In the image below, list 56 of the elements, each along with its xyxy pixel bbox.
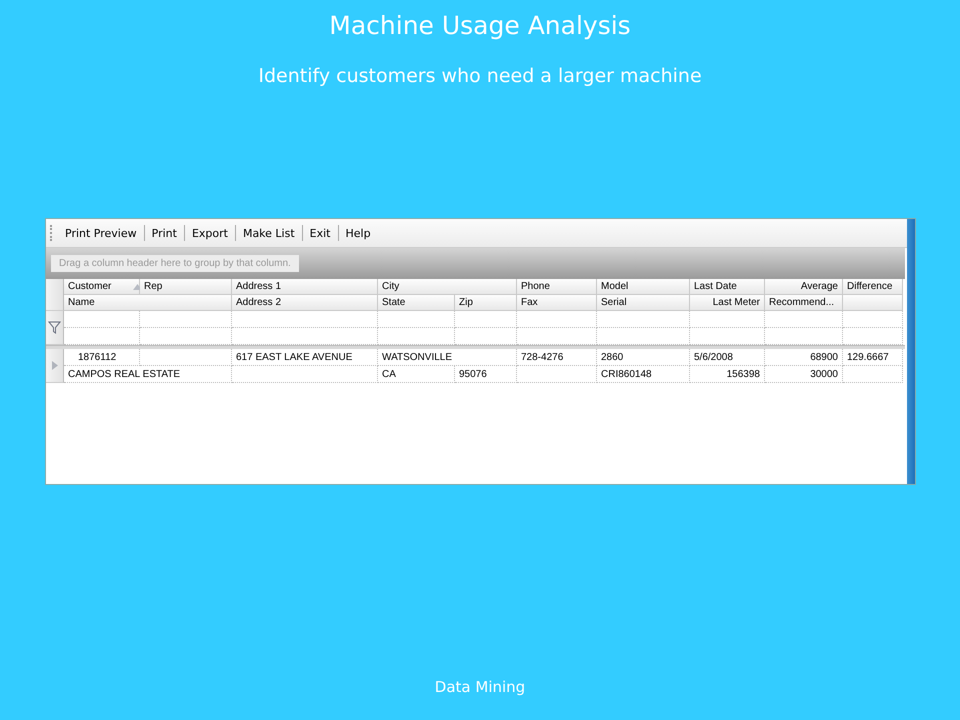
- column-header[interactable]: Average: [765, 279, 843, 295]
- filter-icon[interactable]: [48, 321, 61, 334]
- table-cell: 30000: [765, 366, 843, 383]
- filter-cell[interactable]: [455, 311, 517, 328]
- slide-footer: Data Mining: [434, 678, 526, 696]
- filter-cell[interactable]: [843, 311, 903, 328]
- toolbar-button[interactable]: Print: [146, 224, 182, 242]
- column-header[interactable]: Customer: [64, 279, 140, 295]
- column-header[interactable]: Recommend...: [765, 295, 843, 311]
- table-cell: 1876112: [64, 349, 140, 366]
- toolbar-button[interactable]: Exit: [304, 224, 336, 242]
- filter-cell[interactable]: [517, 311, 597, 328]
- column-header[interactable]: Phone: [517, 279, 597, 295]
- toolbar-button[interactable]: Make List: [238, 224, 300, 242]
- filter-cell[interactable]: [597, 311, 690, 328]
- toolbar-button[interactable]: Help: [340, 224, 376, 242]
- filter-cell[interactable]: [765, 311, 843, 328]
- column-header[interactable]: City: [378, 279, 517, 295]
- column-header[interactable]: Last Meter: [690, 295, 765, 311]
- toolbar-button[interactable]: Print Preview: [60, 224, 142, 242]
- table-cell: 68900: [765, 349, 843, 366]
- column-header[interactable]: Zip: [455, 295, 517, 311]
- group-hint: Drag a column header here to group by that column.: [51, 255, 299, 272]
- table-cell: CAMPOS REAL ESTATE: [64, 366, 232, 383]
- column-header[interactable]: Address 2: [232, 295, 378, 311]
- table-cell: CA: [378, 366, 455, 383]
- column-header[interactable]: Model: [597, 279, 690, 295]
- filter-cell[interactable]: [378, 311, 455, 328]
- column-header[interactable]: Serial: [597, 295, 690, 311]
- column-header[interactable]: Rep: [140, 279, 232, 295]
- table-cell: 156398: [690, 366, 765, 383]
- table-cell: 728-4276: [517, 349, 597, 366]
- table-cell: 129.6667: [843, 349, 903, 366]
- toolbar-button[interactable]: Export: [186, 224, 233, 242]
- table-cell: 95076: [455, 366, 517, 383]
- table-cell: 2860: [597, 349, 690, 366]
- column-header[interactable]: Last Date: [690, 279, 765, 295]
- table-cell: [843, 366, 903, 383]
- table-cell: CRI860148: [597, 366, 690, 383]
- filter-cell[interactable]: [232, 311, 378, 328]
- column-header[interactable]: Address 1: [232, 279, 378, 295]
- grip-icon: [50, 225, 54, 241]
- slide-subtitle: Identify customers who need a larger machine: [258, 64, 702, 88]
- column-header[interactable]: Fax: [517, 295, 597, 311]
- slide-title: Machine Usage Analysis: [329, 10, 631, 42]
- filter-cell[interactable]: [64, 311, 140, 328]
- filter-cell[interactable]: [140, 311, 232, 328]
- table-cell: WATSONVILLE: [378, 349, 517, 366]
- column-header[interactable]: [843, 295, 903, 311]
- table-cell: 5/6/2008: [690, 349, 765, 366]
- column-header[interactable]: State: [378, 295, 455, 311]
- column-header[interactable]: Name: [64, 295, 232, 311]
- scroll-bar[interactable]: [907, 219, 915, 484]
- table-cell: 617 EAST LAKE AVENUE: [232, 349, 378, 366]
- filter-cell[interactable]: [690, 311, 765, 328]
- column-header[interactable]: Difference: [843, 279, 903, 295]
